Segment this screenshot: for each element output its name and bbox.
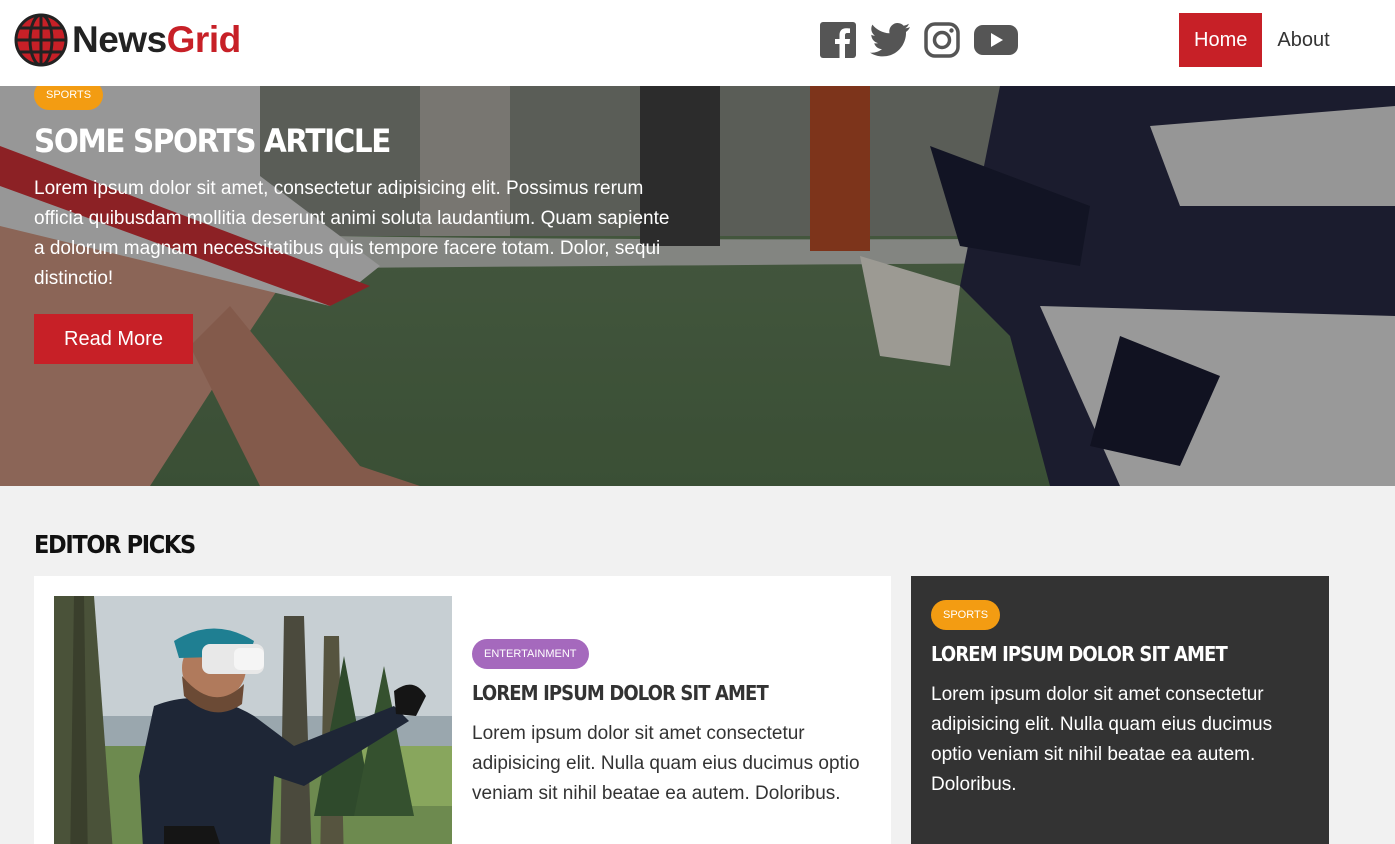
category-badge-sports[interactable]: SPORTS — [34, 86, 104, 110]
facebook-icon[interactable] — [820, 22, 856, 63]
hero-section: SPORTS SOME SPORTS ARTICLE Lorem ipsum d… — [0, 86, 1395, 486]
twitter-icon[interactable] — [870, 23, 910, 62]
card-main-body: ENTERTAINMENT LOREM IPSUM DOLOR SIT AMET… — [472, 639, 882, 809]
category-badge-sports[interactable]: SPORTS — [931, 600, 1001, 630]
category-badge-entertainment[interactable]: ENTERTAINMENT — [472, 639, 589, 669]
section-title-editor-picks: EDITOR PICKS — [34, 530, 196, 559]
social-links — [820, 22, 1032, 63]
instagram-icon[interactable] — [924, 22, 960, 63]
nav-about[interactable]: About — [1262, 13, 1344, 67]
logo[interactable]: NewsGrid — [14, 13, 241, 67]
navbar: NewsGrid Home About — [0, 0, 1395, 86]
vr-photo — [54, 596, 452, 844]
hero-title: SOME SPORTS ARTICLE — [34, 122, 391, 160]
globe-icon — [14, 13, 68, 67]
nav-home[interactable]: Home — [1179, 13, 1263, 67]
logo-text-news: News — [72, 19, 167, 60]
logo-text-grid: Grid — [166, 19, 242, 60]
editor-pick-card-side: SPORTS LOREM IPSUM DOLOR SIT AMET Lorem … — [911, 576, 1329, 844]
editor-pick-card-main: ENTERTAINMENT LOREM IPSUM DOLOR SIT AMET… — [34, 576, 891, 844]
hero-content: SPORTS SOME SPORTS ARTICLE Lorem ipsum d… — [34, 86, 674, 364]
card-image-vr — [54, 596, 452, 844]
card-main-text: Lorem ipsum dolor sit amet consectetur a… — [472, 723, 860, 804]
card-side-text: Lorem ipsum dolor sit amet consectetur a… — [931, 684, 1273, 795]
read-more-button[interactable]: Read More — [34, 314, 193, 364]
youtube-icon[interactable] — [974, 23, 1018, 62]
card-side-title[interactable]: LOREM IPSUM DOLOR SIT AMET — [931, 642, 1271, 666]
main-nav: Home About — [1179, 13, 1345, 67]
hero-text: Lorem ipsum dolor sit amet, consectetur … — [34, 178, 670, 289]
card-main-title[interactable]: LOREM IPSUM DOLOR SIT AMET — [472, 681, 841, 705]
